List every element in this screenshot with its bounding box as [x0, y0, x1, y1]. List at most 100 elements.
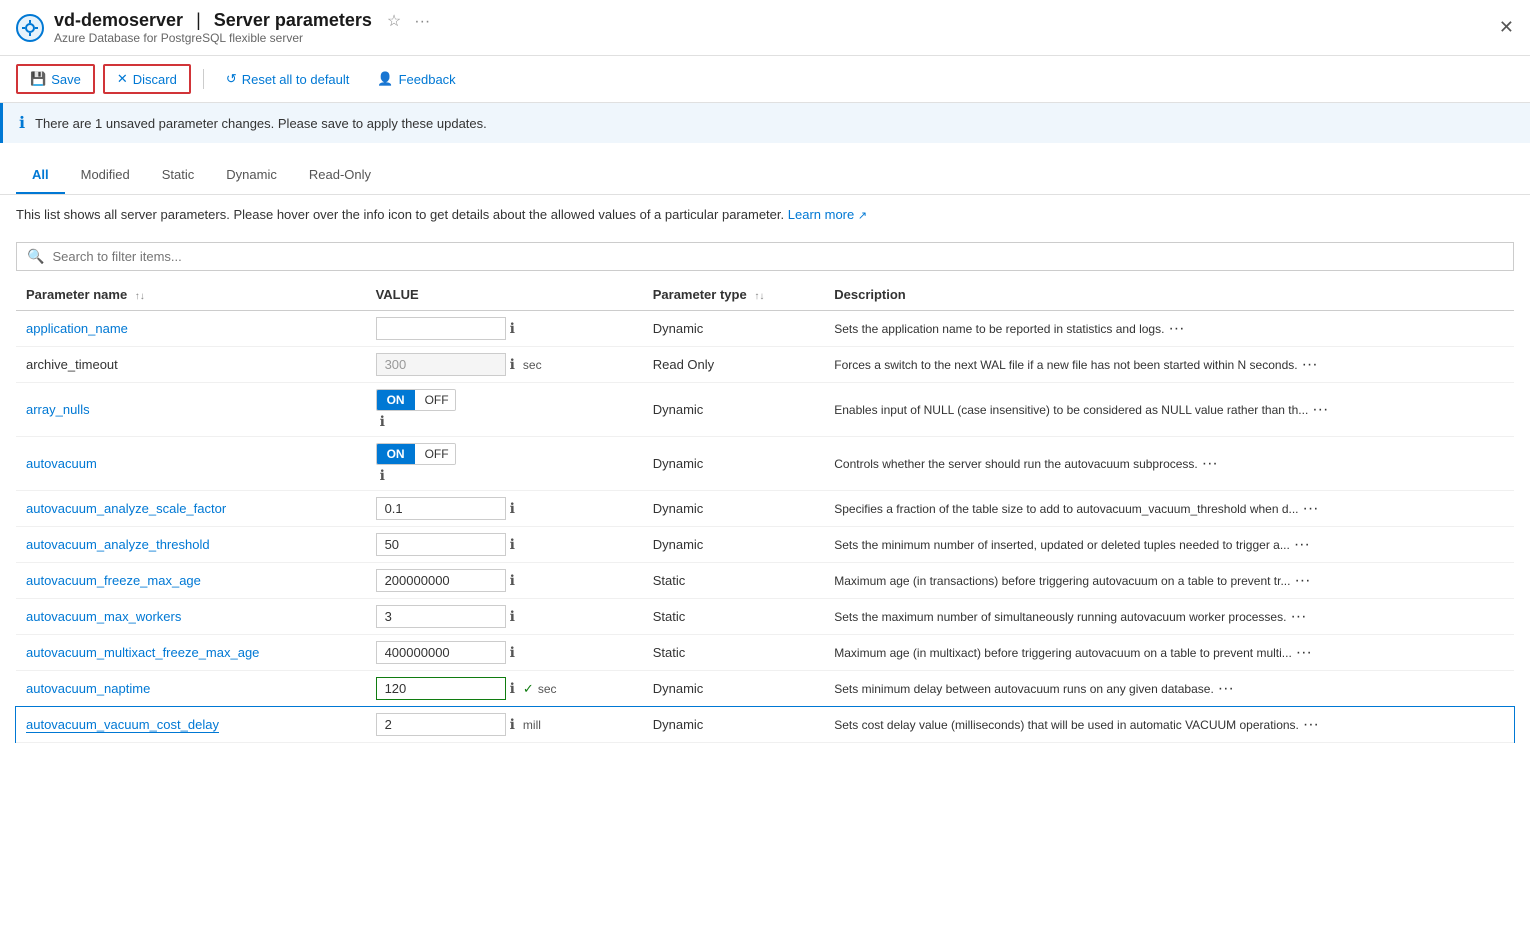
- more-options-button[interactable]: ···: [1198, 455, 1222, 473]
- info-button[interactable]: ℹ: [506, 572, 519, 589]
- param-description-cell: Enables input of NULL (case insensitive)…: [824, 383, 1514, 437]
- toggle-on[interactable]: ON: [377, 390, 415, 410]
- info-button[interactable]: ℹ: [376, 467, 389, 484]
- param-name-link[interactable]: autovacuum_freeze_max_age: [26, 573, 201, 588]
- col-param-name[interactable]: Parameter name ↑↓: [16, 279, 366, 311]
- param-type-cell: Dynamic: [643, 437, 825, 491]
- param-type-cell: Read Only: [643, 347, 825, 383]
- tabs: All Modified Static Dynamic Read-Only: [16, 159, 1514, 194]
- tab-modified[interactable]: Modified: [65, 159, 146, 194]
- title-bar-left: vd-demoserver | Server parameters ☆ ··· …: [16, 10, 430, 45]
- learn-more-link[interactable]: Learn more ↗: [788, 207, 867, 222]
- description-text: Specifies a fraction of the table size t…: [834, 502, 1298, 516]
- more-options-button[interactable]: ···: [1299, 716, 1323, 734]
- param-description-cell: Sets the maximum number of simultaneousl…: [824, 599, 1514, 635]
- value-input[interactable]: [376, 317, 506, 340]
- param-name-link[interactable]: autovacuum: [26, 456, 97, 471]
- value-input[interactable]: [376, 497, 506, 520]
- close-button[interactable]: ✕: [1499, 17, 1514, 38]
- param-name-link[interactable]: autovacuum_vacuum_cost_delay: [26, 717, 219, 733]
- param-name-link[interactable]: autovacuum_max_workers: [26, 609, 181, 624]
- value-input[interactable]: [376, 353, 506, 376]
- param-name-link[interactable]: autovacuum_analyze_scale_factor: [26, 501, 226, 516]
- param-value-cell: ℹ: [366, 599, 643, 635]
- table-row: application_nameℹDynamicSets the applica…: [16, 311, 1514, 347]
- feedback-button[interactable]: 👤 Feedback: [367, 66, 465, 92]
- more-options-button[interactable]: ···: [1298, 356, 1322, 374]
- info-button[interactable]: ℹ: [506, 644, 519, 661]
- search-input[interactable]: [52, 249, 1503, 264]
- save-button[interactable]: 💾 Save: [16, 64, 95, 94]
- info-icon: ℹ: [19, 113, 25, 133]
- value-input[interactable]: [376, 533, 506, 556]
- more-options-button[interactable]: ···: [1164, 320, 1188, 338]
- info-button[interactable]: ℹ: [506, 716, 519, 733]
- param-type-cell: Dynamic: [643, 311, 825, 347]
- info-message: There are 1 unsaved parameter changes. P…: [35, 116, 487, 131]
- title-text: vd-demoserver | Server parameters ☆ ··· …: [54, 10, 430, 45]
- param-name-cell: autovacuum_multixact_freeze_max_age: [16, 635, 366, 671]
- discard-icon: ✕: [117, 71, 128, 87]
- param-name-link[interactable]: application_name: [26, 321, 128, 336]
- col-param-type[interactable]: Parameter type ↑↓: [643, 279, 825, 311]
- more-options-button[interactable]: ···: [1214, 680, 1238, 698]
- param-type-cell: Static: [643, 635, 825, 671]
- table-header-row: Parameter name ↑↓ VALUE Parameter type ↑…: [16, 279, 1514, 311]
- value-input[interactable]: [376, 677, 506, 700]
- star-icon[interactable]: ☆: [387, 13, 401, 30]
- more-options-button[interactable]: ···: [1308, 401, 1332, 419]
- toggle-container: ONOFF: [376, 389, 633, 411]
- param-name-link[interactable]: array_nulls: [26, 402, 90, 417]
- more-options-button[interactable]: ···: [1290, 572, 1314, 590]
- toggle-off[interactable]: OFF: [415, 390, 456, 410]
- info-button[interactable]: ℹ: [506, 536, 519, 553]
- param-description-cell: Sets the minimum number of inserted, upd…: [824, 527, 1514, 563]
- info-banner: ℹ There are 1 unsaved parameter changes.…: [0, 103, 1530, 143]
- table-row: autovacuum ONOFF ℹ DynamicControls whether …: [16, 437, 1514, 491]
- toggle[interactable]: ONOFF: [376, 389, 456, 411]
- more-options-button[interactable]: ···: [1290, 536, 1314, 554]
- description-text: Sets the maximum number of simultaneousl…: [834, 610, 1286, 624]
- info-button[interactable]: ℹ: [506, 356, 519, 373]
- toggle[interactable]: ONOFF: [376, 443, 456, 465]
- param-description-cell: Controls whether the server should run t…: [824, 437, 1514, 491]
- sort-icon-param-name[interactable]: ↑↓: [135, 291, 145, 302]
- tab-all[interactable]: All: [16, 159, 65, 194]
- parameters-table: Parameter name ↑↓ VALUE Parameter type ↑…: [16, 279, 1514, 743]
- info-button[interactable]: ℹ: [506, 680, 519, 697]
- param-name-cell: autovacuum_max_workers: [16, 599, 366, 635]
- info-button[interactable]: ℹ: [506, 320, 519, 337]
- more-dots-icon[interactable]: ···: [414, 13, 430, 30]
- param-name-link[interactable]: autovacuum_naptime: [26, 681, 150, 696]
- tab-readonly[interactable]: Read-Only: [293, 159, 387, 194]
- info-button[interactable]: ℹ: [506, 608, 519, 625]
- tab-dynamic[interactable]: Dynamic: [210, 159, 293, 194]
- info-button[interactable]: ℹ: [376, 413, 389, 430]
- more-options-button[interactable]: ···: [1292, 644, 1316, 662]
- sort-icon-param-type[interactable]: ↑↓: [754, 291, 764, 302]
- more-options-button[interactable]: ···: [1299, 500, 1323, 518]
- param-name-link[interactable]: autovacuum_analyze_threshold: [26, 537, 210, 552]
- more-options-button[interactable]: ···: [1286, 608, 1310, 626]
- param-value-cell: ℹ: [366, 563, 643, 599]
- param-description-cell: Maximum age (in transactions) before tri…: [824, 563, 1514, 599]
- tab-static[interactable]: Static: [146, 159, 211, 194]
- value-input[interactable]: [376, 641, 506, 664]
- value-input[interactable]: [376, 713, 506, 736]
- modified-check-icon: ✓: [523, 681, 534, 696]
- param-value-cell: ℹ: [366, 527, 643, 563]
- info-button[interactable]: ℹ: [506, 500, 519, 517]
- search-icon: 🔍: [27, 248, 44, 265]
- value-input[interactable]: [376, 605, 506, 628]
- param-name-text: archive_timeout: [26, 357, 118, 372]
- param-value-cell: ℹ: [366, 491, 643, 527]
- table-row: autovacuum_analyze_thresholdℹDynamicSets…: [16, 527, 1514, 563]
- toggle-on[interactable]: ON: [377, 444, 415, 464]
- discard-button[interactable]: ✕ Discard: [103, 64, 191, 94]
- param-type-cell: Dynamic: [643, 491, 825, 527]
- param-value-cell: ℹmill: [366, 707, 643, 743]
- param-name-link[interactable]: autovacuum_multixact_freeze_max_age: [26, 645, 259, 660]
- reset-button[interactable]: ↺ Reset all to default: [216, 66, 360, 92]
- toggle-off[interactable]: OFF: [415, 444, 456, 464]
- value-input[interactable]: [376, 569, 506, 592]
